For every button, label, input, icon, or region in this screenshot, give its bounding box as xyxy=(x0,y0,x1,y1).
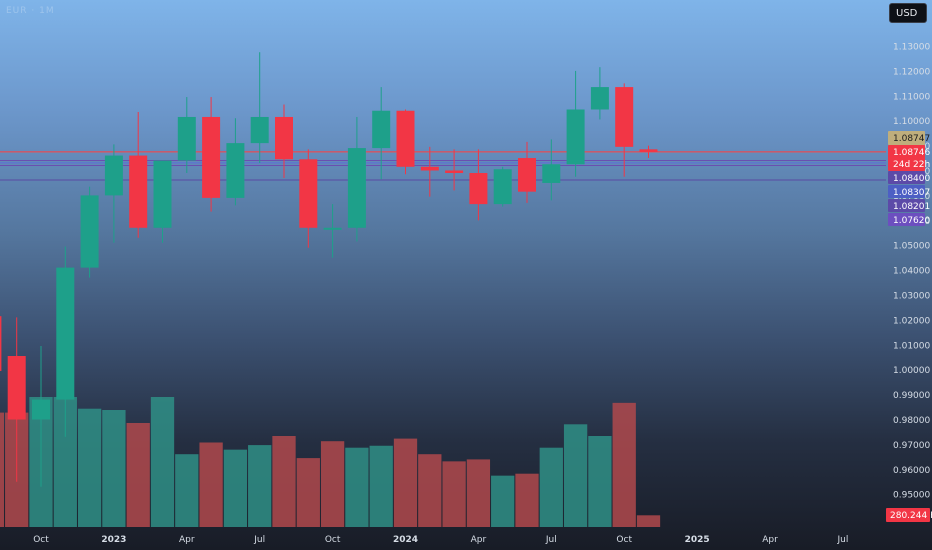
candle-body xyxy=(445,170,464,173)
price-tick-label: 1.05000 xyxy=(893,242,930,252)
candle-body xyxy=(639,149,658,152)
price-tick-label: 1.11000 xyxy=(893,92,930,102)
volume-bar xyxy=(393,438,418,527)
candle-body xyxy=(56,267,75,400)
volume-bar xyxy=(150,397,175,527)
price-tick-label: 1.01000 xyxy=(893,341,930,351)
volume-bar xyxy=(466,459,491,527)
price-tick-label: 0.99000 xyxy=(893,391,930,401)
price-tick-label: 1.10000 xyxy=(893,117,930,127)
price-label-text: 1.08747 xyxy=(893,134,930,144)
price-labels: 1.08747 1.08746 24d 22h 1.08400 1.08307 1.082… xyxy=(886,131,932,522)
candle-body xyxy=(347,148,366,228)
volume-bar xyxy=(0,412,5,527)
candle-body xyxy=(250,116,269,144)
price-label-text: 1.08201 xyxy=(893,202,930,212)
candle-body xyxy=(32,399,50,420)
time-tick-label: 2023 xyxy=(101,535,126,545)
volume-bar xyxy=(102,410,126,527)
time-tick-label: Oct xyxy=(616,535,632,545)
price-tick-label: 1.13000 xyxy=(893,43,930,53)
candle-body xyxy=(542,164,561,183)
candle-body xyxy=(518,158,536,192)
candle-body xyxy=(566,109,585,165)
price-tick-label: 0.97000 xyxy=(893,441,930,451)
candle-body xyxy=(275,116,293,160)
candle-body xyxy=(372,110,391,149)
volume-bar xyxy=(77,408,102,527)
time-tick-label: Jul xyxy=(253,535,265,545)
price-axis[interactable]: 1.130001.120001.110001.100001.090001.080… xyxy=(893,43,930,501)
price-tick-label: 1.03000 xyxy=(893,292,930,302)
time-tick-label: Oct xyxy=(33,535,49,545)
volume-bar xyxy=(320,441,345,527)
candlestick-chart[interactable]: 1.130001.120001.110001.100001.090001.080… xyxy=(0,0,932,550)
time-tick-label: Oct xyxy=(325,535,341,545)
volume-bar xyxy=(539,447,563,527)
price-label-text: 1.08400 xyxy=(893,174,930,184)
time-tick-label: 2024 xyxy=(393,535,418,545)
time-tick-label: Apr xyxy=(762,535,778,545)
candle-body xyxy=(396,110,415,167)
candle-body xyxy=(299,159,318,228)
price-tick-label: 0.96000 xyxy=(893,466,930,476)
candle-body xyxy=(177,116,196,161)
candle-body xyxy=(493,169,512,205)
candle-body xyxy=(202,116,221,198)
candle-body xyxy=(469,172,488,205)
candle-body xyxy=(153,160,172,228)
price-tick-label: 0.95000 xyxy=(893,491,930,501)
volume-bar xyxy=(272,436,296,527)
time-tick-label: 2025 xyxy=(685,535,710,545)
time-axis[interactable]: Oct 2023 Apr Jul Oct 2024 Apr Jul Oct 2025 Apr Jul xyxy=(33,535,848,545)
time-tick-label: Jul xyxy=(545,535,557,545)
volume-bar xyxy=(345,447,369,527)
volume-bar xyxy=(199,442,223,527)
volume-bar xyxy=(418,454,442,527)
price-tick-label: 1.04000 xyxy=(893,267,930,277)
time-tick-label: Jul xyxy=(836,535,848,545)
candle-body xyxy=(615,87,634,147)
volume-bar xyxy=(126,423,150,527)
volume-bar xyxy=(369,445,393,527)
volume-bar xyxy=(175,454,199,527)
volume-bar xyxy=(515,473,539,527)
time-tick-label: Apr xyxy=(179,535,195,545)
candle-body xyxy=(323,227,342,230)
volume-bar xyxy=(248,445,272,527)
volume-bar xyxy=(491,475,515,527)
volume-label-text: 280.244 K xyxy=(890,511,932,521)
candle-body xyxy=(80,195,99,268)
volume-bar xyxy=(563,424,588,527)
price-tick-label: 0.98000 xyxy=(893,416,930,426)
price-tick-label: 1.00000 xyxy=(893,366,930,376)
volume-bar xyxy=(636,515,661,527)
price-label-text: 1.07620 xyxy=(893,216,930,226)
volume-bar xyxy=(588,436,612,527)
candle-body xyxy=(129,155,148,228)
countdown-label: 24d 22h xyxy=(893,160,930,170)
candle-body xyxy=(590,87,609,110)
time-tick-label: Apr xyxy=(471,535,487,545)
price-label-text: 1.08307 xyxy=(893,188,930,198)
volume-bar xyxy=(442,461,466,527)
price-tick-label: 1.02000 xyxy=(893,316,930,326)
price-tick-label: 1.12000 xyxy=(893,67,930,77)
price-label-text: 1.08746 xyxy=(893,148,930,158)
candle-body xyxy=(104,155,123,196)
volume-layer xyxy=(0,397,661,527)
candle-body xyxy=(7,356,26,420)
volume-bar xyxy=(612,402,636,527)
candle-body xyxy=(420,166,439,171)
candle-body xyxy=(226,143,245,198)
volume-bar xyxy=(296,458,320,527)
volume-bar xyxy=(223,449,248,527)
candle-body xyxy=(0,316,2,371)
